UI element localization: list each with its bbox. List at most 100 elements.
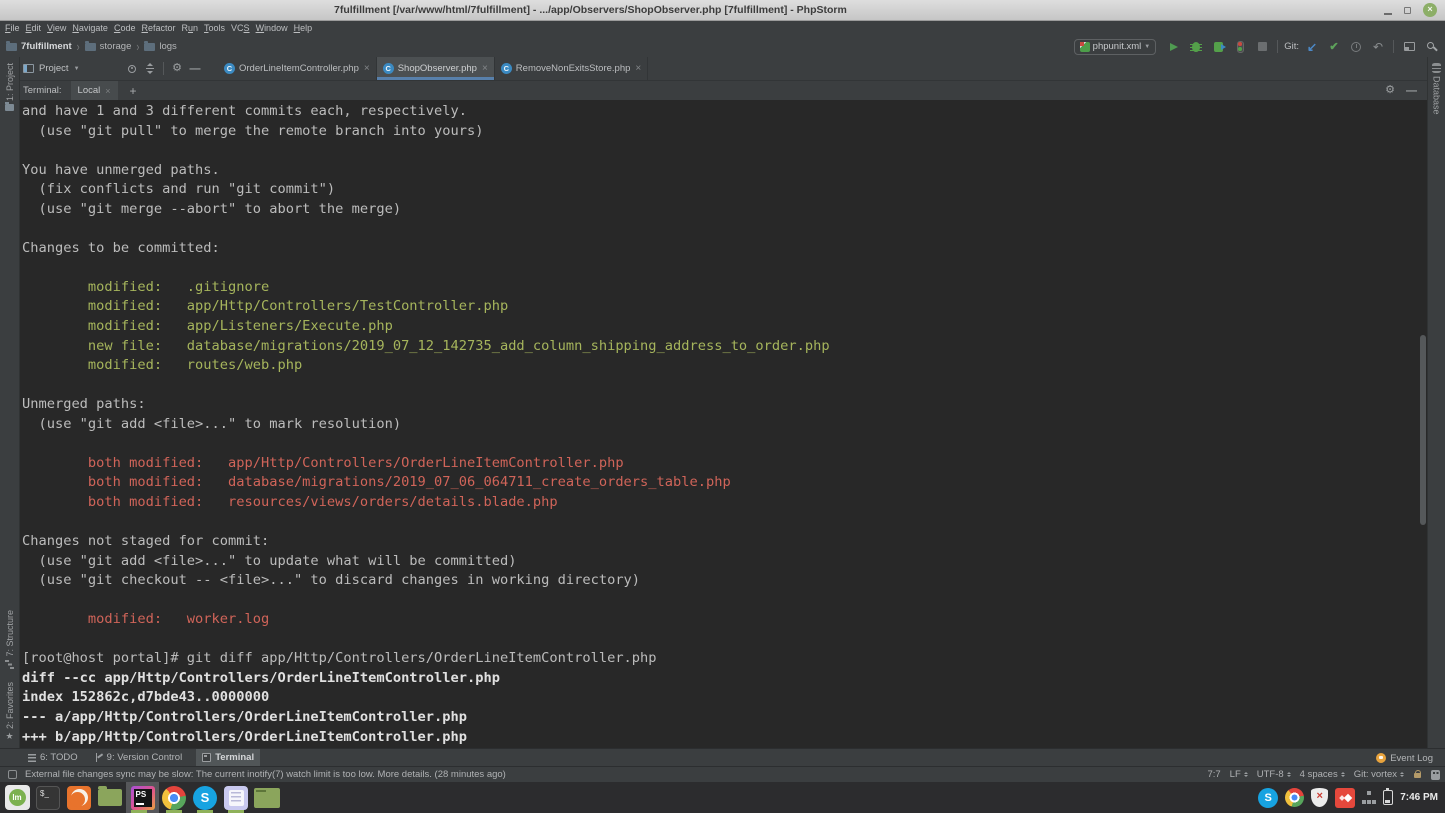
red-app-tray-icon[interactable] xyxy=(1335,788,1355,808)
event-log-icon xyxy=(1376,753,1386,763)
unlock-icon[interactable] xyxy=(1414,773,1421,778)
updown-icon xyxy=(1287,772,1291,777)
battery-tray-icon[interactable] xyxy=(1383,790,1393,805)
breadcrumb-logs[interactable]: logs xyxy=(144,41,176,52)
scrollbar-thumb[interactable] xyxy=(1420,335,1426,525)
commit-button[interactable]: ✔ xyxy=(1323,38,1345,56)
update-arrow-icon: ↙ xyxy=(1307,42,1317,52)
minimize-button[interactable] xyxy=(1384,13,1392,15)
taskbar-clock[interactable]: 7:46 PM xyxy=(1400,792,1438,803)
sidebar-item-structure[interactable]: 7: Structure xyxy=(5,610,15,669)
terminal-output[interactable]: and have 1 and 3 different commits each,… xyxy=(20,100,1427,748)
indent-select[interactable]: 4 spaces xyxy=(1300,769,1345,780)
rollback-button[interactable]: ↶ xyxy=(1367,38,1389,56)
play-icon xyxy=(1170,43,1178,51)
menu-code[interactable]: Code xyxy=(112,21,138,36)
shield-tray-icon[interactable]: × xyxy=(1311,788,1328,807)
close-icon[interactable]: × xyxy=(364,63,370,74)
project-panel-title[interactable]: Project xyxy=(39,63,69,74)
event-log-label: Event Log xyxy=(1390,753,1433,764)
stop-icon xyxy=(1258,42,1267,51)
system-taskbar: lm$_ PS S S × 7:46 PM xyxy=(0,782,1445,813)
menu-run[interactable]: Run xyxy=(179,21,200,36)
menu-tools[interactable]: Tools xyxy=(202,21,227,36)
minimize-icon[interactable]: — xyxy=(1406,85,1417,97)
encoding-select[interactable]: UTF-8 xyxy=(1257,769,1291,780)
event-log-button[interactable]: Event Log xyxy=(1376,749,1433,767)
editor-tab-shopobserver-php[interactable]: CShopObserver.php× xyxy=(377,57,495,80)
editor-tab-orderlineitemcontroller-php[interactable]: COrderLineItemController.php× xyxy=(218,57,377,80)
collapse-all-button[interactable] xyxy=(141,60,159,78)
run-button[interactable] xyxy=(1163,38,1185,56)
chrome-taskbar-button[interactable] xyxy=(161,782,187,813)
restore-button[interactable] xyxy=(1404,7,1411,14)
git-branch-select[interactable]: Git: vortex xyxy=(1354,769,1404,780)
terminal-app-taskbar-button[interactable]: $_ xyxy=(35,782,61,813)
profiler-button[interactable] xyxy=(1229,38,1251,56)
chevron-down-icon: ▼ xyxy=(1144,44,1150,50)
menu-file[interactable]: File xyxy=(3,21,22,36)
hide-panel-button[interactable]: — xyxy=(186,60,204,78)
menu-view[interactable]: View xyxy=(45,21,68,36)
run-configuration-select[interactable]: phpunit.xml ▼ xyxy=(1074,39,1157,55)
status-icon[interactable] xyxy=(8,770,17,779)
green-terminal-taskbar-button[interactable] xyxy=(254,782,280,813)
locate-button[interactable] xyxy=(123,60,141,78)
menu-refactor[interactable]: Refactor xyxy=(139,21,177,36)
new-terminal-button[interactable]: + xyxy=(130,84,137,98)
menu-help[interactable]: Help xyxy=(292,21,315,36)
chrome-icon xyxy=(162,786,186,810)
close-icon[interactable]: × xyxy=(482,63,488,74)
menu-window[interactable]: Window xyxy=(254,21,290,36)
close-icon[interactable]: × xyxy=(105,86,110,96)
chrome-tray-icon[interactable] xyxy=(1285,788,1304,807)
status-bar: External file changes sync may be slow: … xyxy=(0,766,1445,782)
terminal-line: (fix conflicts and run "git commit") xyxy=(22,180,1427,200)
editor-tab-removenonexitsstore-php[interactable]: CRemoveNonExitsStore.php× xyxy=(495,57,648,80)
terminal-tab-local[interactable]: Local × xyxy=(71,81,118,100)
chevron-down-icon[interactable]: ▼ xyxy=(74,66,80,72)
skype-tray-icon[interactable]: S xyxy=(1258,788,1278,808)
sidebar-item-project[interactable]: 1: Project xyxy=(5,63,15,111)
terminal-line: (use "git pull" to merge the remote bran… xyxy=(22,122,1427,142)
mint-menu-taskbar-button[interactable]: lm xyxy=(4,782,30,813)
phpstorm-taskbar-button[interactable]: PS xyxy=(126,782,159,813)
caret-position[interactable]: 7:7 xyxy=(1207,769,1220,780)
toolwindow-button-9-version-control[interactable]: 9: Version Control xyxy=(95,749,183,767)
breadcrumb-storage[interactable]: storage xyxy=(85,41,132,52)
toolwindow-button-terminal[interactable]: Terminal xyxy=(196,749,260,767)
toolwindow-button-6-todo[interactable]: 6: TODO xyxy=(28,749,78,767)
search-everywhere-button[interactable] xyxy=(1420,38,1442,56)
terminal-line: modified: app/Listeners/Execute.php xyxy=(22,317,1427,337)
firefox-taskbar-button[interactable] xyxy=(66,782,92,813)
file-manager-taskbar-button[interactable] xyxy=(97,782,123,813)
php-class-icon: C xyxy=(383,63,394,74)
debug-button[interactable] xyxy=(1185,38,1207,56)
toolwindow-button[interactable] xyxy=(1398,38,1420,56)
close-icon[interactable]: × xyxy=(635,63,641,74)
phpstorm-icon: PS xyxy=(131,786,155,810)
network-tray-icon[interactable] xyxy=(1362,791,1376,804)
update-project-button[interactable]: ↙ xyxy=(1301,38,1323,56)
sidebar-item-database[interactable]: Database xyxy=(1432,63,1442,115)
history-button[interactable] xyxy=(1345,38,1367,56)
close-button[interactable]: × xyxy=(1423,3,1437,17)
status-message[interactable]: External file changes sync may be slow: … xyxy=(25,769,506,780)
coverage-button[interactable] xyxy=(1207,38,1229,56)
sidebar-item-favorites[interactable]: 2: Favorites ★ xyxy=(5,682,15,741)
breadcrumb-7fulfillment[interactable]: 7fulfillment xyxy=(6,41,72,52)
menu-edit[interactable]: Edit xyxy=(24,21,44,36)
notes-taskbar-button[interactable] xyxy=(223,782,249,813)
line-ending-select[interactable]: LF xyxy=(1230,769,1248,780)
menu-navigate[interactable]: Navigate xyxy=(70,21,110,36)
hector-icon[interactable] xyxy=(1431,770,1440,780)
skype-taskbar-button[interactable]: S xyxy=(192,782,218,813)
menu-vcs[interactable]: VCS xyxy=(229,21,252,36)
project-panel-header: Project ▼ ⚙ — xyxy=(20,57,218,80)
project-settings-button[interactable]: ⚙ xyxy=(168,60,186,78)
editor-area: Project ▼ ⚙ — COrderLineItemController.p… xyxy=(20,57,1427,748)
gear-icon[interactable]: ⚙ xyxy=(1385,85,1395,96)
run-configuration-name: phpunit.xml xyxy=(1093,41,1142,52)
terminal-line: (use "git merge --abort" to abort the me… xyxy=(22,200,1427,220)
stop-button[interactable] xyxy=(1251,38,1273,56)
